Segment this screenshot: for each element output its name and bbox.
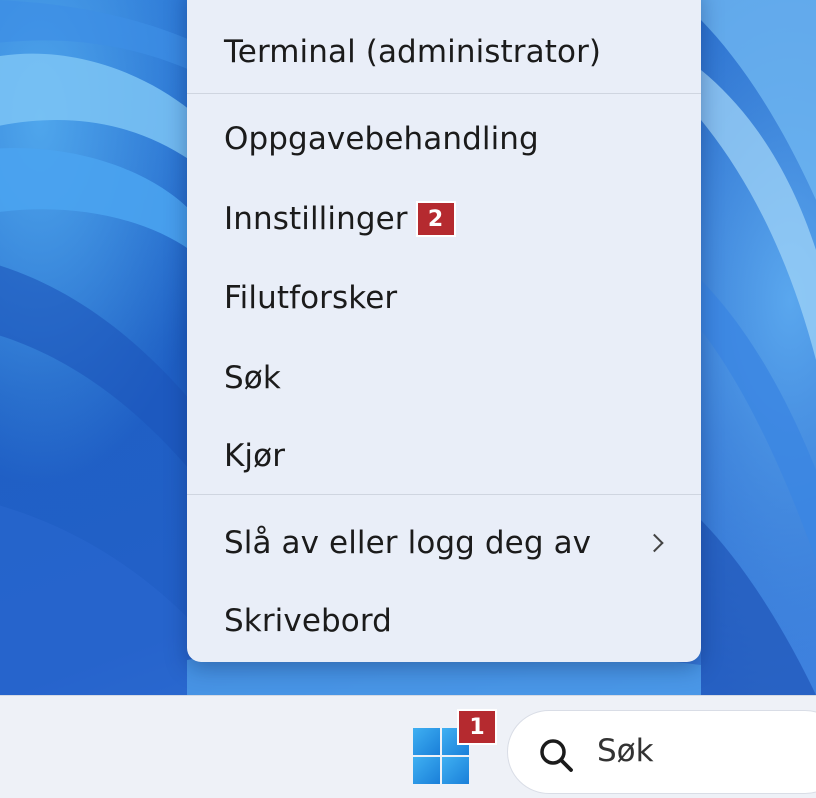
menu-item-desktop[interactable]: Skrivebord <box>187 589 701 653</box>
search-icon <box>540 739 573 772</box>
menu-item-label: Søk <box>224 360 281 396</box>
step-badge-2: 2 <box>417 203 454 235</box>
menu-item-label: Innstillinger <box>224 201 408 237</box>
step-badge-1: 1 <box>459 711 495 743</box>
desktop-screen: Terminal (administrator) Oppgavebehandli… <box>0 0 816 798</box>
menu-item-label: Filutforsker <box>224 280 398 316</box>
menu-item-task-manager[interactable]: Oppgavebehandling <box>187 107 701 171</box>
menu-item-file-explorer[interactable]: Filutforsker <box>187 266 701 330</box>
menu-item-label: Skrivebord <box>224 603 392 639</box>
menu-separator <box>187 93 701 94</box>
taskbar-search-box[interactable]: Søk <box>507 710 816 794</box>
menu-item-label: Oppgavebehandling <box>224 121 539 157</box>
menu-item-search[interactable]: Søk <box>187 346 701 410</box>
menu-item-run[interactable]: Kjør <box>187 424 701 488</box>
start-context-menu: Terminal (administrator) Oppgavebehandli… <box>187 0 701 662</box>
menu-item-label: Slå av eller logg deg av <box>224 525 592 561</box>
menu-item-label: Kjør <box>224 438 286 474</box>
menu-item-terminal-admin[interactable]: Terminal (administrator) <box>187 20 701 84</box>
search-placeholder: Søk <box>597 733 654 769</box>
menu-item-label: Terminal (administrator) <box>224 34 602 70</box>
menu-separator <box>187 494 701 495</box>
menu-item-settings[interactable]: Innstillinger 2 <box>187 187 701 251</box>
menu-item-shutdown-signout[interactable]: Slå av eller logg deg av <box>187 511 701 575</box>
chevron-right-icon <box>645 533 664 553</box>
